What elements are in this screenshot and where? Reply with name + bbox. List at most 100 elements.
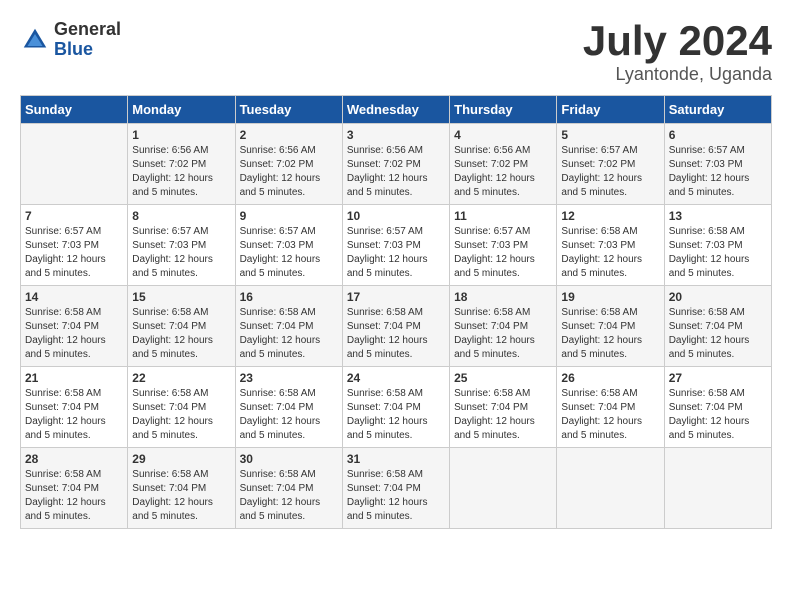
logo-icon <box>20 25 50 55</box>
day-number: 7 <box>25 209 123 223</box>
day-cell: 12 Sunrise: 6:58 AM Sunset: 7:03 PM Dayli… <box>557 205 664 286</box>
title-area: July 2024 Lyantonde, Uganda <box>583 20 772 85</box>
day-number: 24 <box>347 371 445 385</box>
day-cell: 31 Sunrise: 6:58 AM Sunset: 7:04 PM Dayli… <box>342 448 449 529</box>
day-info: Sunrise: 6:57 AM Sunset: 7:03 PM Dayligh… <box>454 225 552 281</box>
day-number: 12 <box>561 209 659 223</box>
calendar-header: SundayMondayTuesdayWednesdayThursdayFrid… <box>21 96 772 124</box>
day-cell: 5Sunrise: 6:57 AM Sunset: 7:02 PM Daylig… <box>557 124 664 205</box>
week-row-5: 28 Sunrise: 6:58 AM Sunset: 7:04 PM Dayli… <box>21 448 772 529</box>
day-info: Sunrise: 6:56 AM Sunset: 7:02 PM Dayligh… <box>240 144 338 200</box>
day-cell: 24 Sunrise: 6:58 AM Sunset: 7:04 PM Dayli… <box>342 367 449 448</box>
day-info: Sunrise: 6:58 AM Sunset: 7:04 PM Dayligh… <box>240 387 338 443</box>
day-info: Sunrise: 6:58 AM Sunset: 7:04 PM Dayligh… <box>132 387 230 443</box>
header-tuesday: Tuesday <box>235 96 342 124</box>
day-number: 28 <box>25 452 123 466</box>
week-row-2: 7 Sunrise: 6:57 AM Sunset: 7:03 PM Daylig… <box>21 205 772 286</box>
week-row-4: 21 Sunrise: 6:58 AM Sunset: 7:04 PM Dayli… <box>21 367 772 448</box>
day-info: Sunrise: 6:58 AM Sunset: 7:04 PM Dayligh… <box>25 387 123 443</box>
day-number: 31 <box>347 452 445 466</box>
day-number: 21 <box>25 371 123 385</box>
day-info: Sunrise: 6:57 AM Sunset: 7:03 PM Dayligh… <box>669 144 767 200</box>
header-sunday: Sunday <box>21 96 128 124</box>
day-info: Sunrise: 6:58 AM Sunset: 7:04 PM Dayligh… <box>347 306 445 362</box>
day-info: Sunrise: 6:58 AM Sunset: 7:03 PM Dayligh… <box>561 225 659 281</box>
day-number: 1 <box>132 128 230 142</box>
day-cell: 3 Sunrise: 6:56 AM Sunset: 7:02 PM Daylig… <box>342 124 449 205</box>
day-number: 2 <box>240 128 338 142</box>
day-number: 17 <box>347 290 445 304</box>
day-info: Sunrise: 6:58 AM Sunset: 7:04 PM Dayligh… <box>347 387 445 443</box>
day-cell: 1 Sunrise: 6:56 AM Sunset: 7:02 PM Daylig… <box>128 124 235 205</box>
day-info: Sunrise: 6:58 AM Sunset: 7:04 PM Dayligh… <box>240 468 338 524</box>
day-number: 16 <box>240 290 338 304</box>
day-cell: 21 Sunrise: 6:58 AM Sunset: 7:04 PM Dayli… <box>21 367 128 448</box>
day-cell: 4 Sunrise: 6:56 AM Sunset: 7:02 PM Daylig… <box>450 124 557 205</box>
day-info: Sunrise: 6:56 AM Sunset: 7:02 PM Dayligh… <box>347 144 445 200</box>
logo: General Blue <box>20 20 121 60</box>
day-info: Sunrise: 6:56 AM Sunset: 7:02 PM Dayligh… <box>132 144 230 200</box>
day-info: Sunrise: 6:58 AM Sunset: 7:04 PM Dayligh… <box>561 306 659 362</box>
page-header: General Blue July 2024 Lyantonde, Uganda <box>20 20 772 85</box>
day-cell: 19Sunrise: 6:58 AM Sunset: 7:04 PM Dayli… <box>557 286 664 367</box>
day-cell: 26 Sunrise: 6:58 AM Sunset: 7:04 PM Dayli… <box>557 367 664 448</box>
day-cell <box>450 448 557 529</box>
day-number: 6 <box>669 128 767 142</box>
day-cell: 13Sunrise: 6:58 AM Sunset: 7:03 PM Dayli… <box>664 205 771 286</box>
day-cell: 17 Sunrise: 6:58 AM Sunset: 7:04 PM Dayli… <box>342 286 449 367</box>
day-info: Sunrise: 6:58 AM Sunset: 7:04 PM Dayligh… <box>240 306 338 362</box>
day-cell: 16 Sunrise: 6:58 AM Sunset: 7:04 PM Dayli… <box>235 286 342 367</box>
day-number: 26 <box>561 371 659 385</box>
day-cell: 9 Sunrise: 6:57 AM Sunset: 7:03 PM Daylig… <box>235 205 342 286</box>
day-cell <box>664 448 771 529</box>
header-friday: Friday <box>557 96 664 124</box>
day-cell: 2 Sunrise: 6:56 AM Sunset: 7:02 PM Daylig… <box>235 124 342 205</box>
day-number: 11 <box>454 209 552 223</box>
logo-text: General Blue <box>54 20 121 60</box>
day-cell: 18 Sunrise: 6:58 AM Sunset: 7:04 PM Dayli… <box>450 286 557 367</box>
day-info: Sunrise: 6:58 AM Sunset: 7:04 PM Dayligh… <box>25 306 123 362</box>
day-cell: 7 Sunrise: 6:57 AM Sunset: 7:03 PM Daylig… <box>21 205 128 286</box>
day-cell: 29Sunrise: 6:58 AM Sunset: 7:04 PM Dayli… <box>128 448 235 529</box>
week-row-3: 14 Sunrise: 6:58 AM Sunset: 7:04 PM Dayli… <box>21 286 772 367</box>
day-info: Sunrise: 6:58 AM Sunset: 7:04 PM Dayligh… <box>669 306 767 362</box>
day-info: Sunrise: 6:58 AM Sunset: 7:04 PM Dayligh… <box>561 387 659 443</box>
day-number: 3 <box>347 128 445 142</box>
day-info: Sunrise: 6:57 AM Sunset: 7:02 PM Dayligh… <box>561 144 659 200</box>
day-number: 8 <box>132 209 230 223</box>
day-cell: 14 Sunrise: 6:58 AM Sunset: 7:04 PM Dayli… <box>21 286 128 367</box>
day-info: Sunrise: 6:58 AM Sunset: 7:04 PM Dayligh… <box>454 306 552 362</box>
day-cell: 27Sunrise: 6:58 AM Sunset: 7:04 PM Dayli… <box>664 367 771 448</box>
day-info: Sunrise: 6:58 AM Sunset: 7:04 PM Dayligh… <box>132 306 230 362</box>
day-cell: 22Sunrise: 6:58 AM Sunset: 7:04 PM Dayli… <box>128 367 235 448</box>
day-number: 9 <box>240 209 338 223</box>
day-cell: 10Sunrise: 6:57 AM Sunset: 7:03 PM Dayli… <box>342 205 449 286</box>
day-cell: 6 Sunrise: 6:57 AM Sunset: 7:03 PM Daylig… <box>664 124 771 205</box>
day-number: 15 <box>132 290 230 304</box>
day-number: 27 <box>669 371 767 385</box>
day-number: 13 <box>669 209 767 223</box>
day-number: 29 <box>132 452 230 466</box>
location-title: Lyantonde, Uganda <box>583 64 772 85</box>
day-number: 30 <box>240 452 338 466</box>
day-info: Sunrise: 6:58 AM Sunset: 7:04 PM Dayligh… <box>25 468 123 524</box>
day-cell: 11 Sunrise: 6:57 AM Sunset: 7:03 PM Dayli… <box>450 205 557 286</box>
day-number: 4 <box>454 128 552 142</box>
day-number: 14 <box>25 290 123 304</box>
logo-general-text: General <box>54 20 121 40</box>
day-info: Sunrise: 6:57 AM Sunset: 7:03 PM Dayligh… <box>240 225 338 281</box>
day-info: Sunrise: 6:57 AM Sunset: 7:03 PM Dayligh… <box>132 225 230 281</box>
week-row-1: 1 Sunrise: 6:56 AM Sunset: 7:02 PM Daylig… <box>21 124 772 205</box>
day-cell: 8 Sunrise: 6:57 AM Sunset: 7:03 PM Daylig… <box>128 205 235 286</box>
day-info: Sunrise: 6:56 AM Sunset: 7:02 PM Dayligh… <box>454 144 552 200</box>
day-cell: 15 Sunrise: 6:58 AM Sunset: 7:04 PM Dayli… <box>128 286 235 367</box>
day-info: Sunrise: 6:58 AM Sunset: 7:04 PM Dayligh… <box>347 468 445 524</box>
day-info: Sunrise: 6:58 AM Sunset: 7:04 PM Dayligh… <box>454 387 552 443</box>
day-cell: 25 Sunrise: 6:58 AM Sunset: 7:04 PM Dayli… <box>450 367 557 448</box>
day-cell: 30 Sunrise: 6:58 AM Sunset: 7:04 PM Dayli… <box>235 448 342 529</box>
day-cell: 28 Sunrise: 6:58 AM Sunset: 7:04 PM Dayli… <box>21 448 128 529</box>
day-number: 25 <box>454 371 552 385</box>
logo-blue-text: Blue <box>54 40 121 60</box>
day-info: Sunrise: 6:57 AM Sunset: 7:03 PM Dayligh… <box>25 225 123 281</box>
day-number: 18 <box>454 290 552 304</box>
